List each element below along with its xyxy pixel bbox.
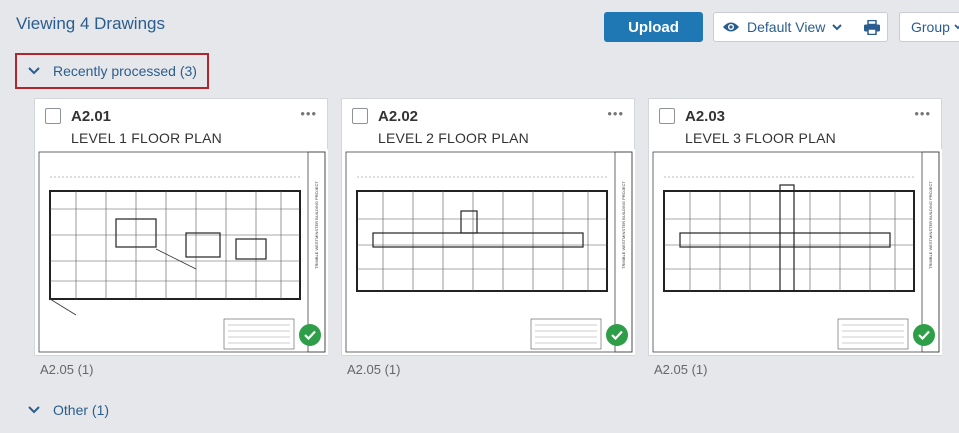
chevron-down-icon <box>28 67 40 75</box>
svg-text:TRIMBLE WESTMINSTER BUILDING P: TRIMBLE WESTMINSTER BUILDING PROJECT <box>928 181 933 269</box>
group-select[interactable]: Group <box>899 12 959 42</box>
drawing-number: A2.03 <box>685 108 726 125</box>
card-footer-link[interactable]: A2.05 (1) <box>347 362 400 377</box>
view-select-label: Default View <box>747 19 826 35</box>
ellipsis-icon[interactable]: ••• <box>300 106 317 121</box>
section-other[interactable]: Other (1) <box>28 402 109 418</box>
print-button[interactable] <box>856 12 888 42</box>
card-checkbox[interactable] <box>352 108 368 124</box>
ellipsis-icon[interactable]: ••• <box>914 106 931 121</box>
svg-text:TRIMBLE WESTMINSTER BUILDING P: TRIMBLE WESTMINSTER BUILDING PROJECT <box>314 181 319 269</box>
section-label: Recently processed (3) <box>53 63 197 79</box>
drawing-thumbnail[interactable]: TRIMBLE WESTMINSTER BUILDING PROJECT <box>343 149 635 355</box>
drawing-thumbnail[interactable]: TRIMBLE WESTMINSTER BUILDING PROJECT <box>36 149 328 355</box>
check-circle-icon <box>606 324 628 346</box>
view-select[interactable]: Default View <box>713 12 857 42</box>
section-recently-processed[interactable]: Recently processed (3) <box>28 63 197 79</box>
card-footer-link[interactable]: A2.05 (1) <box>40 362 93 377</box>
drawing-card[interactable]: A2.02 ••• LEVEL 2 FLOOR PLAN TRIMBLE WES… <box>341 98 635 356</box>
drawing-card[interactable]: A2.03 ••• LEVEL 3 FLOOR PLAN TRIMBLE WES… <box>648 98 942 356</box>
check-circle-icon <box>913 324 935 346</box>
drawing-number: A2.02 <box>378 108 419 125</box>
printer-icon <box>863 19 880 35</box>
chevron-down-icon <box>832 23 843 30</box>
group-select-label: Group <box>911 19 950 35</box>
drawing-card[interactable]: A2.01 ••• LEVEL 1 FLOOR PLAN TRIMBLE WES… <box>34 98 328 356</box>
section-label: Other (1) <box>53 402 110 418</box>
chevron-down-icon <box>954 24 959 30</box>
chevron-down-icon <box>28 406 40 414</box>
svg-text:TRIMBLE WESTMINSTER BUILDING P: TRIMBLE WESTMINSTER BUILDING PROJECT <box>621 181 626 269</box>
card-checkbox[interactable] <box>45 108 61 124</box>
upload-button[interactable]: Upload <box>604 12 703 42</box>
card-footer-link[interactable]: A2.05 (1) <box>654 362 707 377</box>
check-circle-icon <box>299 324 321 346</box>
ellipsis-icon[interactable]: ••• <box>607 106 624 121</box>
eye-icon <box>723 22 739 32</box>
drawing-thumbnail[interactable]: TRIMBLE WESTMINSTER BUILDING PROJECT <box>650 149 942 355</box>
drawing-title: LEVEL 1 FLOOR PLAN <box>71 130 222 146</box>
page-title: Viewing 4 Drawings <box>16 14 165 33</box>
card-checkbox[interactable] <box>659 108 675 124</box>
drawing-number: A2.01 <box>71 108 112 125</box>
drawing-title: LEVEL 2 FLOOR PLAN <box>378 130 529 146</box>
drawing-title: LEVEL 3 FLOOR PLAN <box>685 130 836 146</box>
